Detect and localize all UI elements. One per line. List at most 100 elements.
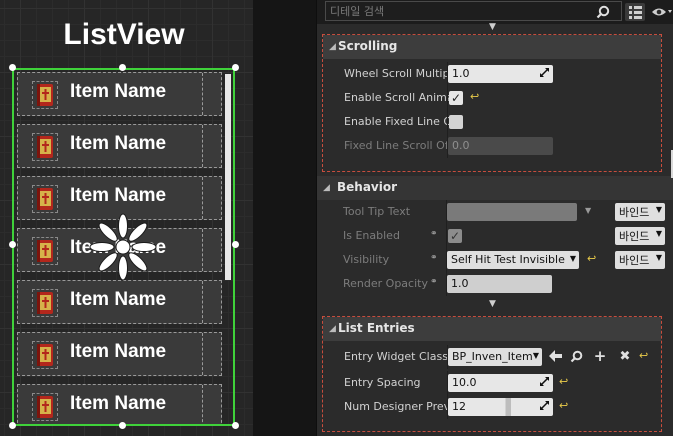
num-designer-preview-entries-row: Num Designer Preview Entries 12 ↩ [323, 395, 673, 419]
tool-tip-text-label: Tool Tip Text [343, 205, 411, 218]
scrub-arrows-icon [540, 68, 549, 77]
search-input[interactable] [325, 1, 622, 21]
listview-scrollbar-thumb[interactable] [225, 74, 231, 280]
table-view-icon[interactable] [625, 3, 645, 21]
resize-handle-left[interactable] [9, 241, 16, 248]
reset-to-default-icon[interactable]: ↩ [559, 399, 568, 412]
list-item[interactable]: Item Name [17, 332, 222, 376]
list-item-label: Item Name [70, 81, 167, 102]
bind-button[interactable]: 바인드 ▼ [615, 227, 665, 245]
fixed-line-scroll-offset-row: Fixed Line Scroll Offset 0.0 [323, 134, 673, 158]
list-item-label: Item Name [70, 289, 167, 310]
widget-title: ListView [63, 18, 185, 51]
column-splitter[interactable] [447, 86, 448, 110]
visibility-row: Visibility ⚭ Self Hit Test Invisible ▼ ↩… [322, 248, 673, 272]
resize-handle-top[interactable] [119, 64, 126, 71]
is-enabled-checkbox[interactable]: ✓ [448, 229, 462, 243]
entry-spacing-row: Entry Spacing 10.0 ↩ [323, 371, 673, 395]
wheel-scroll-multiplier-value: 1.0 [452, 67, 470, 80]
behavior-category: ◢ Behavior Tool Tip Text ▼ 바인드 ▼ Is Enabl… [317, 176, 673, 297]
list-item-label: Item Name [70, 393, 167, 414]
binding-link-icon: ⚭ [430, 277, 438, 287]
resize-handle-bottom-left[interactable] [9, 422, 16, 429]
expand-triangle-icon: ◢ [323, 183, 330, 193]
loading-spinner-icon [89, 213, 157, 281]
book-icon [32, 341, 58, 369]
num-designer-preview-entries-value: 12 [452, 400, 466, 413]
wheel-scroll-multiplier-field[interactable]: 1.0 [448, 65, 553, 83]
enable-fixed-line-offset-checkbox[interactable] [449, 115, 463, 129]
designer-canvas[interactable]: ListView Item Name Item Name Item Name I… [0, 0, 253, 436]
bind-button[interactable]: 바인드 ▼ [615, 203, 665, 221]
collapse-arrow-icon[interactable]: ▼ [489, 22, 496, 32]
column-splitter[interactable] [446, 224, 447, 248]
wheel-scroll-multiplier-label: Wheel Scroll Multiplier [344, 67, 450, 80]
num-designer-preview-entries-slider[interactable]: 12 [448, 398, 553, 416]
enable-fixed-line-offset-row: Enable Fixed Line Offset [323, 110, 673, 134]
list-item[interactable]: Item Name [17, 384, 222, 424]
dropdown-arrow-icon: ▼ [569, 254, 576, 263]
list-entries-title: List Entries [338, 321, 415, 335]
scrub-arrows-icon [540, 401, 549, 410]
enable-scroll-animation-row: Enable Scroll Animation ✓ ↩ [323, 86, 673, 110]
reset-to-default-icon[interactable]: ↩ [587, 252, 596, 265]
behavior-header[interactable]: ◢ Behavior [317, 176, 673, 200]
book-icon [32, 393, 58, 421]
tool-tip-text-row: Tool Tip Text ▼ 바인드 ▼ [322, 200, 673, 224]
resize-handle-top-left[interactable] [9, 64, 16, 71]
add-icon[interactable]: + [592, 347, 608, 365]
fixed-line-scroll-offset-field: 0.0 [448, 137, 553, 155]
advanced-expand-arrow-icon[interactable]: ▼ [489, 299, 496, 309]
list-item[interactable]: Item Name [17, 124, 222, 168]
book-icon [32, 81, 58, 109]
details-panel: ▼ ◢ Scrolling Wheel Scroll Multiplier 1.… [316, 0, 673, 436]
scrolling-header[interactable]: ◢ Scrolling [323, 35, 661, 59]
widget-editor: ListView Item Name Item Name Item Name I… [0, 0, 673, 436]
use-selected-asset-icon[interactable] [547, 348, 563, 364]
eye-icon[interactable] [650, 3, 673, 21]
binding-link-icon: ⚭ [430, 253, 438, 263]
search-icon[interactable] [594, 3, 612, 21]
dropdown-arrow-icon: ▼ [655, 205, 662, 214]
fixed-line-scroll-offset-label: Fixed Line Scroll Offset [344, 139, 450, 152]
entry-widget-class-dropdown[interactable]: BP_Inven_Item ▼ [448, 348, 542, 366]
resize-handle-top-right[interactable] [232, 64, 239, 71]
scrolling-title: Scrolling [338, 39, 398, 53]
bind-button[interactable]: 바인드 ▼ [615, 251, 665, 269]
list-item[interactable]: Item Name [17, 280, 222, 324]
visibility-value: Self Hit Test Invisible [451, 253, 565, 266]
resize-handle-bottom[interactable] [119, 422, 126, 429]
enable-scroll-animation-label: Enable Scroll Animation [344, 91, 450, 104]
render-opacity-row: Render Opacity ⚭ 1.0 [322, 272, 673, 296]
dropdown-arrow-icon: ▼ [532, 351, 539, 360]
list-item-label: Item Name [70, 133, 167, 154]
resize-handle-right[interactable] [232, 241, 239, 248]
enable-scroll-animation-checkbox[interactable]: ✓ [449, 91, 463, 105]
resize-handle-bottom-right[interactable] [232, 422, 239, 429]
reset-to-default-icon[interactable]: ↩ [470, 90, 479, 103]
scrub-arrows-icon [540, 377, 549, 386]
render-opacity-field[interactable]: 1.0 [447, 275, 552, 293]
tool-tip-text-field[interactable] [447, 203, 577, 221]
expand-triangle-icon: ◢ [329, 324, 336, 334]
column-splitter[interactable] [447, 110, 448, 134]
details-search-bar [317, 0, 673, 24]
book-icon [32, 185, 58, 213]
entry-widget-class-label: Entry Widget Class [344, 350, 448, 363]
book-icon [32, 289, 58, 317]
list-item-label: Item Name [70, 341, 167, 362]
reset-to-default-icon[interactable]: ↩ [639, 349, 648, 362]
visibility-dropdown[interactable]: Self Hit Test Invisible ▼ [447, 251, 579, 269]
entry-spacing-field[interactable]: 10.0 [448, 374, 553, 392]
list-entries-header[interactable]: ◢ List Entries [323, 317, 661, 341]
reset-to-default-icon[interactable]: ↩ [559, 375, 568, 388]
fixed-line-scroll-offset-value: 0.0 [452, 139, 470, 152]
list-item[interactable]: Item Name [17, 72, 222, 116]
clear-icon[interactable]: ✖ [617, 348, 633, 364]
entry-spacing-label: Entry Spacing [344, 376, 421, 389]
dropdown-arrow-icon: ▼ [655, 229, 662, 238]
num-designer-preview-entries-label: Num Designer Preview Entries [344, 400, 450, 413]
expand-triangle-icon: ◢ [329, 42, 336, 52]
dropdown-arrow-icon[interactable]: ▼ [585, 206, 591, 215]
browse-search-icon[interactable] [568, 348, 584, 364]
